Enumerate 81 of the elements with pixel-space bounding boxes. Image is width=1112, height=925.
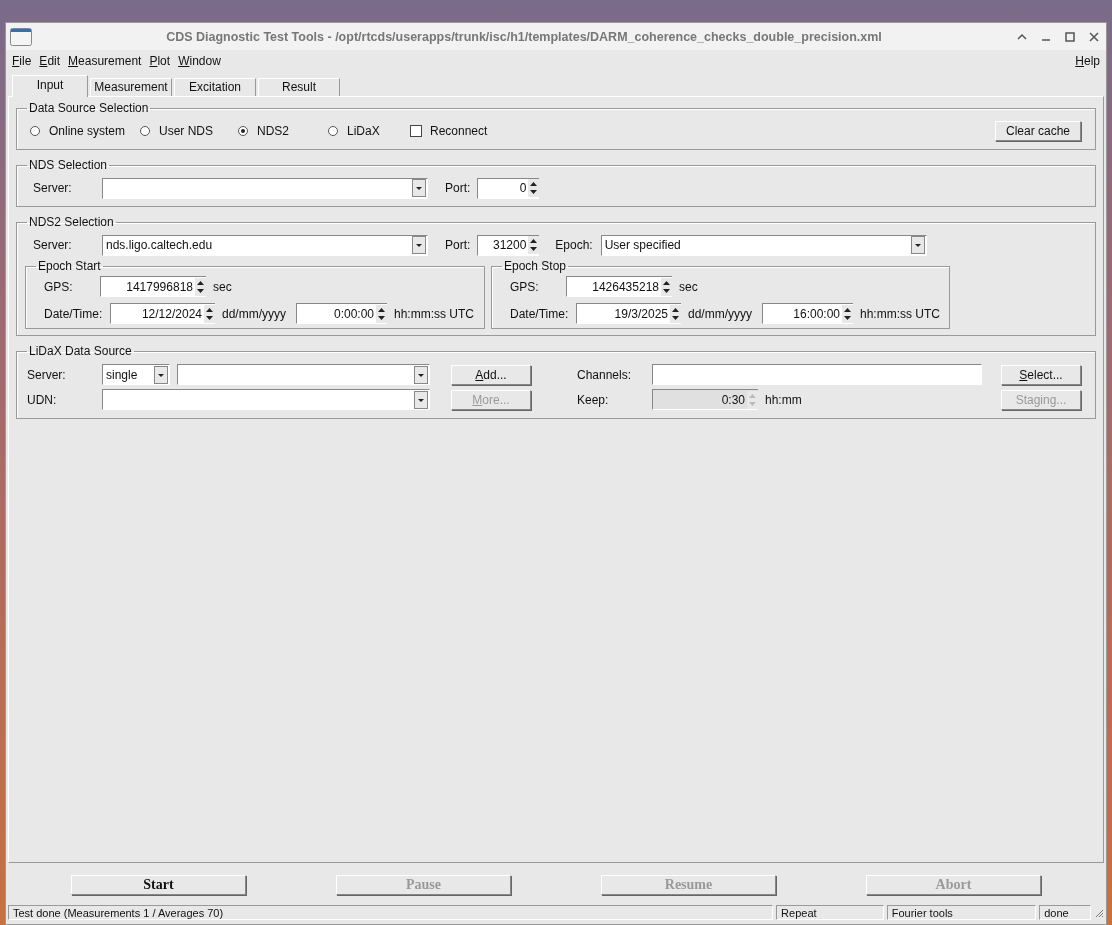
spin-arrows-icon[interactable] bbox=[528, 179, 540, 197]
server-dropdown[interactable] bbox=[177, 364, 430, 385]
port-spin-field[interactable]: 0 bbox=[477, 177, 540, 199]
window-icon bbox=[10, 27, 32, 46]
field-label: Server: bbox=[32, 181, 73, 195]
spin-arrows-icon[interactable] bbox=[670, 304, 681, 323]
clear-cache-button[interactable]: Clear cache bbox=[995, 121, 1081, 141]
field-label: GPS: bbox=[43, 279, 74, 294]
field-label: Date/Time: bbox=[43, 306, 104, 321]
tab[interactable]: Input bbox=[12, 75, 88, 97]
tab[interactable]: Excitation bbox=[174, 78, 256, 96]
unit-label: dd/mm/yyyy bbox=[688, 306, 752, 321]
spin-arrows-icon[interactable] bbox=[204, 304, 215, 323]
window-title: CDS Diagnostic Test Tools - /opt/rtcds/userapps/trunk/isc/h1/templates/DARM_coherence_checks_double_precision.xml bbox=[165, 29, 883, 44]
checkbox[interactable] bbox=[410, 125, 422, 137]
field-label: Keep: bbox=[577, 392, 610, 407]
action-button[interactable]: Start bbox=[71, 875, 246, 895]
checkbox-label: Reconnect bbox=[430, 124, 488, 138]
date-spin-field[interactable]: 12/12/2024 bbox=[110, 303, 215, 324]
status-cell: Test done (Measurements 1 / Averages 70) bbox=[8, 905, 774, 920]
add-button[interactable]: Add... bbox=[451, 364, 531, 385]
tab[interactable]: Result bbox=[258, 78, 340, 96]
radio-label: NDS2 bbox=[257, 124, 289, 138]
field-label: Epoch: bbox=[555, 238, 593, 252]
date-spin-field[interactable]: 19/3/2025 bbox=[576, 303, 681, 324]
radio-button[interactable] bbox=[139, 125, 151, 137]
spin-arrows-icon[interactable] bbox=[661, 277, 672, 296]
maximize-icon[interactable] bbox=[1064, 30, 1076, 43]
field-label: Date/Time: bbox=[509, 306, 570, 321]
group-title: NDS2 Selection bbox=[28, 215, 115, 229]
close-icon[interactable] bbox=[1088, 30, 1100, 43]
channels-input-field[interactable] bbox=[652, 364, 982, 385]
spin-arrows-icon[interactable] bbox=[842, 304, 853, 323]
menu-item[interactable]: Plot bbox=[145, 54, 175, 68]
field-label: Port: bbox=[445, 181, 471, 195]
resize-grip-icon[interactable] bbox=[1094, 907, 1104, 918]
unit-label: hh:mm:ss UTC bbox=[860, 306, 941, 321]
server-mode-dropdown[interactable]: single bbox=[102, 364, 170, 385]
udn-dropdown[interactable] bbox=[102, 389, 430, 410]
status-cell: Fourier tools bbox=[886, 905, 1037, 920]
spin-arrows-icon[interactable] bbox=[528, 236, 540, 254]
radio-label: LiDaX bbox=[347, 124, 380, 138]
spin-arrows-icon[interactable] bbox=[195, 277, 206, 296]
server-dropdown[interactable]: nds.ligo.caltech.edu bbox=[102, 234, 428, 256]
select-button[interactable]: Select... bbox=[1001, 364, 1081, 385]
unit-label: hh:mm:ss UTC bbox=[394, 306, 475, 321]
tab[interactable]: Measurement bbox=[90, 78, 172, 96]
field-label: Server: bbox=[26, 367, 67, 382]
field-label: Server: bbox=[32, 238, 73, 252]
time-spin-field[interactable]: 0:00:00 bbox=[296, 303, 387, 324]
unit-label: sec bbox=[679, 279, 698, 294]
unit-label: sec bbox=[213, 279, 232, 294]
time-spin-field[interactable]: 16:00:00 bbox=[762, 303, 853, 324]
field-label: GPS: bbox=[509, 279, 540, 294]
status-cell: done bbox=[1039, 905, 1091, 920]
gps-spin-field[interactable]: 1426435218 bbox=[566, 276, 672, 297]
menu-item[interactable]: Measurement bbox=[64, 54, 146, 68]
group-title: Data Source Selection bbox=[28, 101, 150, 115]
unit-label: hh:mm bbox=[765, 392, 802, 407]
group-title: Epoch Start bbox=[37, 259, 102, 273]
unit-label: dd/mm/yyyy bbox=[222, 306, 286, 321]
gps-spin-field[interactable]: 1417996818 bbox=[100, 276, 206, 297]
port-spin-field[interactable]: 31200 bbox=[477, 234, 540, 256]
help-menu[interactable]: Help bbox=[1071, 54, 1104, 68]
status-cell: Repeat bbox=[776, 905, 884, 920]
group-title: Epoch Stop bbox=[503, 259, 568, 273]
radio-label: Online system bbox=[49, 124, 126, 138]
radio-button[interactable] bbox=[237, 125, 249, 137]
radio-button[interactable] bbox=[29, 125, 41, 137]
group-title: NDS Selection bbox=[28, 158, 109, 172]
field-label: UDN: bbox=[26, 392, 58, 407]
radio-button[interactable] bbox=[327, 125, 339, 137]
group-title: LiDaX Data Source bbox=[28, 344, 133, 358]
radio-label: User NDS bbox=[159, 124, 213, 138]
epoch-dropdown[interactable]: User specified bbox=[600, 234, 927, 256]
field-label: Port: bbox=[445, 238, 471, 252]
menu-item[interactable]: Window bbox=[174, 54, 225, 68]
menu-item[interactable]: File bbox=[8, 54, 36, 68]
menu-item[interactable]: Edit bbox=[35, 54, 65, 68]
spin-arrows-icon[interactable] bbox=[376, 304, 387, 323]
field-label: Channels: bbox=[577, 367, 633, 382]
